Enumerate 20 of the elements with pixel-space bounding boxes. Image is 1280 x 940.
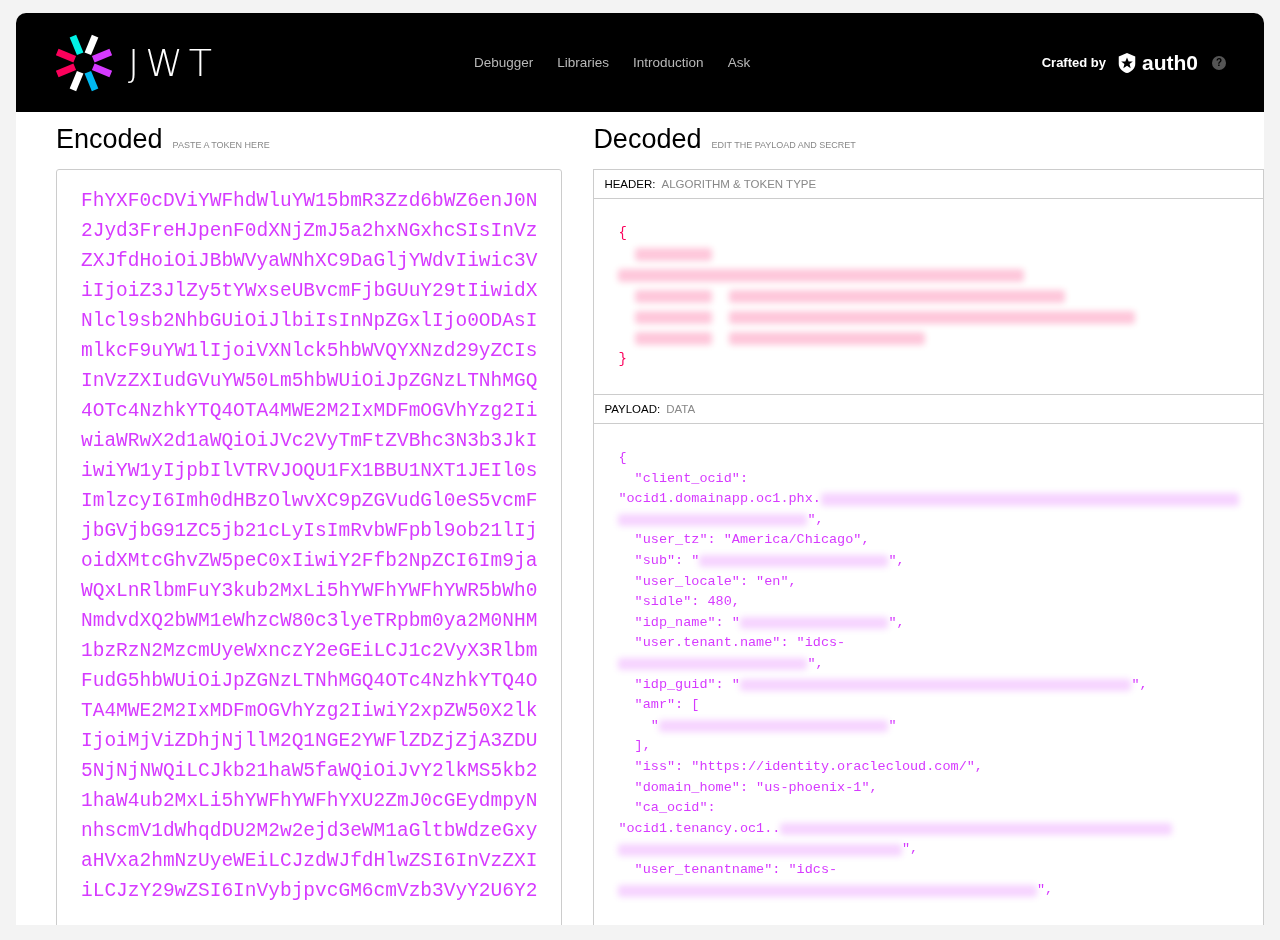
panel-sublabel: ALGORITHM & TOKEN TYPE xyxy=(661,178,817,190)
nav-link[interactable]: Libraries xyxy=(557,55,610,70)
json-editor[interactable]: { "client_ocid": "ocid1.domainapp.oc1.phx. ", "user_tz": "America/Chicago", "sub": " ", "user_locale": "en", "sidle": 480, "idp_name": " ", "user.tenant.name": "idcs- ", "idp_guid": " ", "amr": [ " " ], "iss": "https://identity.oraclecloud.com/", "domain_home": "us-phoenix-1", "ca_ocid": "ocid1.tenancy.oc1.. ", "user_tenantname": "idcs- ", xyxy=(594,424,1264,925)
brand-link[interactable]: auth0 xyxy=(1142,50,1198,75)
logo-icon xyxy=(54,32,114,93)
section-title: Encoded xyxy=(56,124,163,155)
section-hint: EDIT THE PAYLOAD AND SECRET xyxy=(711,140,856,150)
token-field[interactable]: FhYXF0cDViYWFhdWluYW15bmR3Zzd6bWZ6enJ0N 2Jyd3FreHJpenF0dXNjZmJ5a2hxNGxhcSIsInVz ZXJfdHoiOiJBbWVyaWNhXC9DaGljYWdvIiwic3V iIjoiZ3JlZy5tYWxseUBvcmFjbGUuY29tIiwidX Nlcl9sb2NhbGUiOiJlbiIsInNpZGxlIjo0ODAsI mlkcF9uYW1lIjoiVXNlck5hbWVQYXNzd29yZCIs InVzZXIudGVuYW50Lm5hbWUiOiJpZGNzLTNhMGQ 4OTc4NzhkYTQ4OTA4MWE2M2IxMDFmOGVhYzg2Ii wiaWRwX2d1aWQiOiJVc2VyTmFtZVBhc3N3b3JkI iwiYW1yIjpbIlVTRVJOQU1FX1BBU1NXT1JEIl0s ImlzcyI6Imh0dHBzOlwvXC9pZGVudGl0eS5vcmF jbGVjbG91ZC5jb21cLyIsImRvbWFpbl9ob21lIj oidXMtcGhvZW5peC0xIiwiY2Ffb2NpZCI6Im9ja WQxLnRlbmFuY3kub2MxLi5hYWFhYWFhYWR5bWh0 NmdvdXQ2bWM1eWhzcW80c3lyeTRpbm0ya2M0NHM 1bzRzN2MzcmUyeWxnczY2eGEiLCJ1c2VyX3Rlbm FudG5hbWUiOiJpZGNzLTNhMGQ4OTc4NzhkYTQ4O TA4MWE2M2IxMDFmOGVhYzg2IiwiY2xpZW50X2lk IjoiMjViZDhjNjllM2Q1NGE2YWFlZDZjZjA3ZDU 5NjNjNWQiLCJkb21haW5faWQiOiJvY2lkMS5kb2 1haW4ub2MxLi5hYWFhYWFhYXU2ZmJ0cGEydmpyN nhscmV1dWhqdDU2M2w2ejd3eWM1aGltbWdzeGxy aHVxa2hmNzUyeWEiLCJzdWJfdHlwZSI6InVzZXI iLCJzY29wZSI6InVybjpvcGM6cmVzb3VyY2U6Y2 xyxy=(56,169,563,925)
logo-text: JWT xyxy=(128,40,218,85)
section-title: Decoded xyxy=(593,124,702,155)
nav-link[interactable]: Debugger xyxy=(474,55,534,70)
section-hint: PASTE A TOKEN HERE xyxy=(172,140,270,150)
nav-link[interactable]: Ask xyxy=(727,55,751,70)
panel-sublabel: DATA xyxy=(666,403,696,415)
panel-label: PAYLOAD: xyxy=(604,403,661,415)
panel-label: HEADER: xyxy=(604,178,656,190)
nav-link[interactable]: Introduction xyxy=(633,55,704,70)
star-shield-icon xyxy=(1116,50,1138,75)
crafted-by-label: Crafted by xyxy=(1041,55,1106,70)
json-editor[interactable]: { } xyxy=(594,199,1264,395)
